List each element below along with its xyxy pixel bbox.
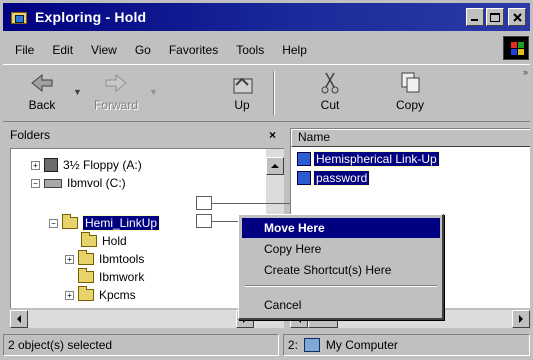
- scroll-left-button[interactable]: [10, 310, 28, 328]
- menu-view[interactable]: View: [82, 43, 126, 57]
- forward-dropdown-icon[interactable]: ▼: [149, 87, 158, 97]
- copy-label: Copy: [395, 98, 424, 112]
- name-column-label: Name: [298, 130, 331, 144]
- menu-go[interactable]: Go: [126, 43, 160, 57]
- tree-item-hold[interactable]: Hold: [81, 232, 127, 249]
- tree-item-label: 3½ Floppy (A:): [63, 158, 142, 172]
- folder-icon: [78, 250, 94, 265]
- name-column-header[interactable]: Name: [291, 129, 530, 147]
- back-button[interactable]: Back: [17, 71, 67, 112]
- status-selected: 2 object(s) selected: [3, 334, 279, 356]
- tree-item-drive-c[interactable]: − Ibmvol (C:): [31, 175, 126, 191]
- floppy-drive-icon: [44, 158, 58, 172]
- tree-item-label: Hold: [102, 234, 127, 248]
- expand-icon[interactable]: +: [65, 290, 74, 300]
- cut-button[interactable]: Cut: [305, 71, 355, 112]
- file-label: password: [312, 170, 371, 186]
- toolbar-chevron-icon[interactable]: »: [523, 67, 528, 77]
- maximize-icon: [490, 12, 500, 22]
- maximize-button[interactable]: [486, 8, 504, 26]
- file-item[interactable]: Hemispherical Link-Up: [297, 151, 440, 167]
- status-count: 2:: [287, 338, 298, 352]
- menu-item-cancel[interactable]: Cancel: [242, 295, 440, 315]
- collapse-icon[interactable]: −: [49, 218, 58, 228]
- minimize-button[interactable]: [466, 8, 484, 26]
- tree-item-floppy[interactable]: + 3½ Floppy (A:): [31, 157, 142, 173]
- tree-item-label: Hemi_LinkUp: [81, 215, 161, 231]
- menu-item-move-here[interactable]: Move Here: [242, 218, 440, 238]
- menu-item-copy-here[interactable]: Copy Here: [242, 239, 440, 259]
- menu-tools[interactable]: Tools: [227, 43, 273, 57]
- close-button[interactable]: [508, 8, 526, 26]
- folder-icon: [78, 286, 94, 301]
- menu-separator: [245, 285, 437, 287]
- menu-favorites[interactable]: Favorites: [160, 43, 227, 57]
- document-icon: [297, 171, 311, 185]
- status-location-text: My Computer: [325, 338, 398, 352]
- up-arrow-icon: [271, 164, 279, 168]
- explorer-icon: [11, 9, 29, 25]
- back-arrow-icon: [31, 73, 53, 93]
- status-bar: 2 object(s) selected 2: My Computer: [3, 334, 530, 356]
- left-arrow-icon: [17, 315, 21, 323]
- forward-button[interactable]: Forward: [91, 71, 141, 112]
- window-title: Exploring - Hold: [35, 9, 147, 25]
- menu-help[interactable]: Help: [273, 43, 316, 57]
- open-folder-icon: [81, 232, 97, 247]
- forward-label: Forward: [93, 98, 138, 112]
- scroll-up-button[interactable]: [266, 157, 284, 175]
- toolbar-separator: [273, 71, 275, 115]
- menu-bar: File Edit View Go Favorites Tools Help: [6, 40, 316, 60]
- back-dropdown-icon[interactable]: ▼: [73, 87, 82, 97]
- collapse-icon[interactable]: −: [31, 178, 40, 188]
- tree-item-ibmtools[interactable]: + Ibmtools: [65, 250, 145, 267]
- status-selected-text: 2 object(s) selected: [8, 338, 113, 352]
- menu-edit[interactable]: Edit: [43, 43, 82, 57]
- title-bar[interactable]: Exploring - Hold: [3, 3, 530, 31]
- minimize-icon: [471, 19, 478, 21]
- copy-button[interactable]: Copy: [385, 71, 435, 112]
- toolbar: Back ▼ Forward ▼ Up Cut Copy »: [3, 64, 530, 122]
- file-label: Hemispherical Link-Up: [313, 151, 440, 167]
- explorer-window: Exploring - Hold File Edit View Go Favor…: [0, 0, 533, 360]
- up-label: Up: [234, 98, 250, 112]
- tree-item-label: Ibmvol (C:): [67, 176, 126, 190]
- tree-item-ibmwork[interactable]: Ibmwork: [78, 268, 145, 285]
- folders-title: Folders: [10, 128, 51, 142]
- forward-arrow-icon: [105, 73, 127, 93]
- back-label: Back: [28, 98, 56, 112]
- menu-file[interactable]: File: [6, 43, 43, 57]
- tree-item-label: Kpcms: [99, 288, 136, 302]
- cut-label: Cut: [320, 98, 340, 112]
- file-item[interactable]: password: [297, 170, 371, 186]
- document-icon: [297, 152, 311, 166]
- hard-drive-icon: [44, 178, 62, 188]
- tree-item-hemi-linkup[interactable]: − Hemi_LinkUp: [49, 214, 161, 231]
- folders-close-icon[interactable]: ×: [269, 128, 276, 142]
- right-arrow-icon: [519, 315, 523, 323]
- copy-pages-icon: [401, 72, 420, 93]
- drag-outline: [196, 196, 212, 210]
- folder-icon: [78, 268, 94, 283]
- tree-item-kpcms[interactable]: + Kpcms: [65, 286, 136, 303]
- my-computer-icon: [303, 338, 320, 352]
- tree-item-label: Ibmwork: [99, 270, 145, 284]
- scroll-right-button[interactable]: [512, 310, 530, 328]
- folders-pane-header: Folders ×: [10, 128, 280, 148]
- close-icon: [512, 12, 522, 22]
- expand-icon[interactable]: +: [65, 254, 74, 264]
- folder-icon: [62, 214, 78, 229]
- drag-context-menu: Move Here Copy Here Create Shortcut(s) H…: [238, 214, 444, 320]
- up-button[interactable]: Up: [217, 71, 267, 112]
- up-folder-icon: [233, 77, 253, 94]
- windows-logo-icon: [503, 36, 529, 60]
- drag-outline: [196, 214, 212, 228]
- expand-icon[interactable]: +: [31, 160, 40, 170]
- status-location: 2: My Computer: [282, 334, 530, 356]
- scissors-icon: [321, 72, 339, 94]
- menu-item-create-shortcut[interactable]: Create Shortcut(s) Here: [242, 260, 440, 280]
- tree-item-label: Ibmtools: [99, 252, 145, 266]
